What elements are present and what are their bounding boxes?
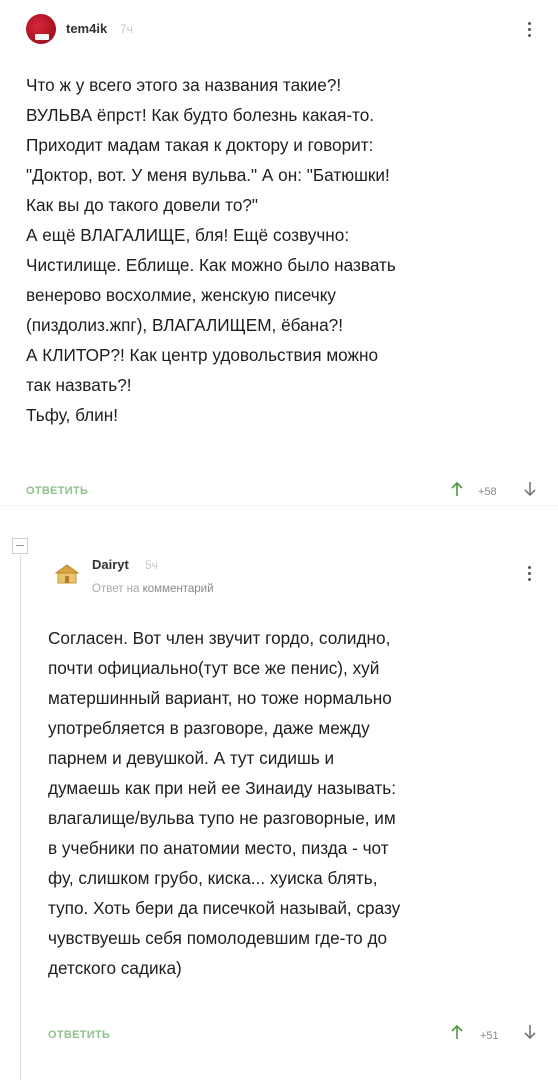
reply-button[interactable]: ОТВЕТИТЬ (48, 1029, 110, 1041)
vote-score: +58 (478, 486, 497, 498)
more-vertical-icon[interactable] (525, 566, 533, 586)
comment-time: 7ч (120, 22, 133, 36)
comment-text: Что ж у всего этого за названия такие?! … (26, 75, 396, 425)
comment-username[interactable]: tem4ik (66, 21, 107, 36)
comment-time: 5ч (145, 558, 158, 572)
vote-score: +51 (480, 1030, 499, 1042)
arrow-down-icon[interactable] (523, 481, 537, 497)
arrow-down-icon[interactable] (523, 1024, 537, 1040)
comment: tem4ik 7ч Что ж у всего этого за названи… (0, 0, 558, 505)
avatar[interactable] (52, 562, 82, 586)
reply-target-link[interactable]: комментарий (143, 583, 214, 595)
reply-button[interactable]: ОТВЕТИТЬ (26, 485, 88, 497)
arrow-up-icon[interactable] (450, 481, 464, 497)
avatar[interactable] (26, 14, 56, 44)
reply-context: Ответ на комментарий (92, 583, 214, 595)
arrow-up-icon[interactable] (450, 1024, 464, 1040)
comment-username[interactable]: Dairyt (92, 557, 129, 572)
reply-prefix: Ответ на (92, 583, 140, 595)
comment-text: Согласен. Вот член звучит гордо, солидно… (48, 628, 401, 978)
minus-icon[interactable] (12, 538, 28, 554)
thread-line[interactable] (20, 555, 21, 1080)
divider (0, 505, 558, 506)
more-vertical-icon[interactable] (525, 22, 533, 42)
